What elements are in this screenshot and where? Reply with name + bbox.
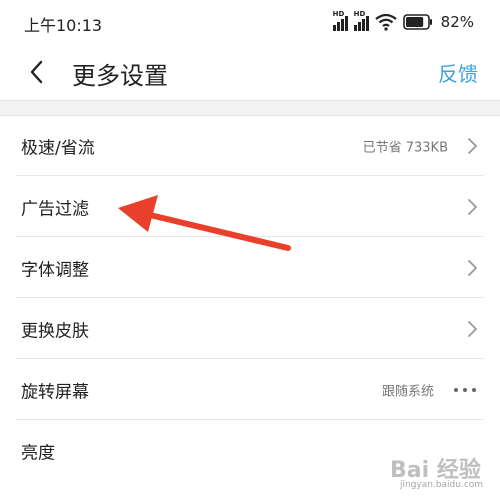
chevron-right-icon: [468, 320, 477, 337]
chevron-right-icon: [468, 137, 477, 154]
chevron-left-icon: [30, 60, 43, 84]
setting-row-font-size[interactable]: 字体调整: [0, 237, 500, 298]
watermark-url: jingyan.baidu.com: [400, 480, 484, 490]
battery-percent: 82%: [440, 13, 474, 31]
signal-icon-2: HD: [353, 10, 369, 31]
settings-list: 极速/省流 已节省 733KB 广告过滤 字体调整 更换皮肤 旋转屏幕 跟随系统…: [0, 115, 500, 481]
chevron-right-icon: [468, 259, 477, 276]
watermark-logo: Bai 经验 jingyan.baidu.com: [372, 450, 492, 494]
setting-value: 已节省 733KB: [362, 140, 448, 155]
setting-label: 字体调整: [21, 260, 89, 280]
battery-icon: [402, 14, 432, 30]
setting-row-ad-filter[interactable]: 广告过滤: [0, 176, 500, 237]
setting-row-speed-saver[interactable]: 极速/省流 已节省 733KB: [0, 115, 500, 176]
setting-row-rotate-screen[interactable]: 旋转屏幕 跟随系统: [0, 359, 500, 420]
setting-label: 亮度: [21, 443, 55, 463]
setting-value: 跟随系统: [381, 384, 434, 399]
wifi-icon: [374, 13, 397, 31]
back-button[interactable]: [20, 54, 52, 90]
section-divider: [0, 100, 500, 116]
nav-bar: 更多设置 反馈: [0, 46, 500, 98]
setting-label: 旋转屏幕: [21, 382, 89, 402]
page-title: 更多设置: [72, 62, 168, 90]
feedback-link[interactable]: 反馈: [438, 58, 478, 87]
chevron-right-icon: [468, 198, 477, 215]
status-time: 上午10:13: [24, 16, 103, 35]
setting-label: 广告过滤: [21, 199, 89, 219]
setting-row-skin[interactable]: 更换皮肤: [0, 298, 500, 359]
more-dots-icon[interactable]: [454, 387, 476, 392]
setting-label: 极速/省流: [21, 138, 95, 158]
status-icons: HD HD 82%: [332, 10, 474, 34]
signal-icon: HD: [332, 10, 348, 31]
status-bar: 上午10:13 HD HD 82%: [0, 0, 500, 46]
setting-label: 更换皮肤: [21, 321, 89, 341]
